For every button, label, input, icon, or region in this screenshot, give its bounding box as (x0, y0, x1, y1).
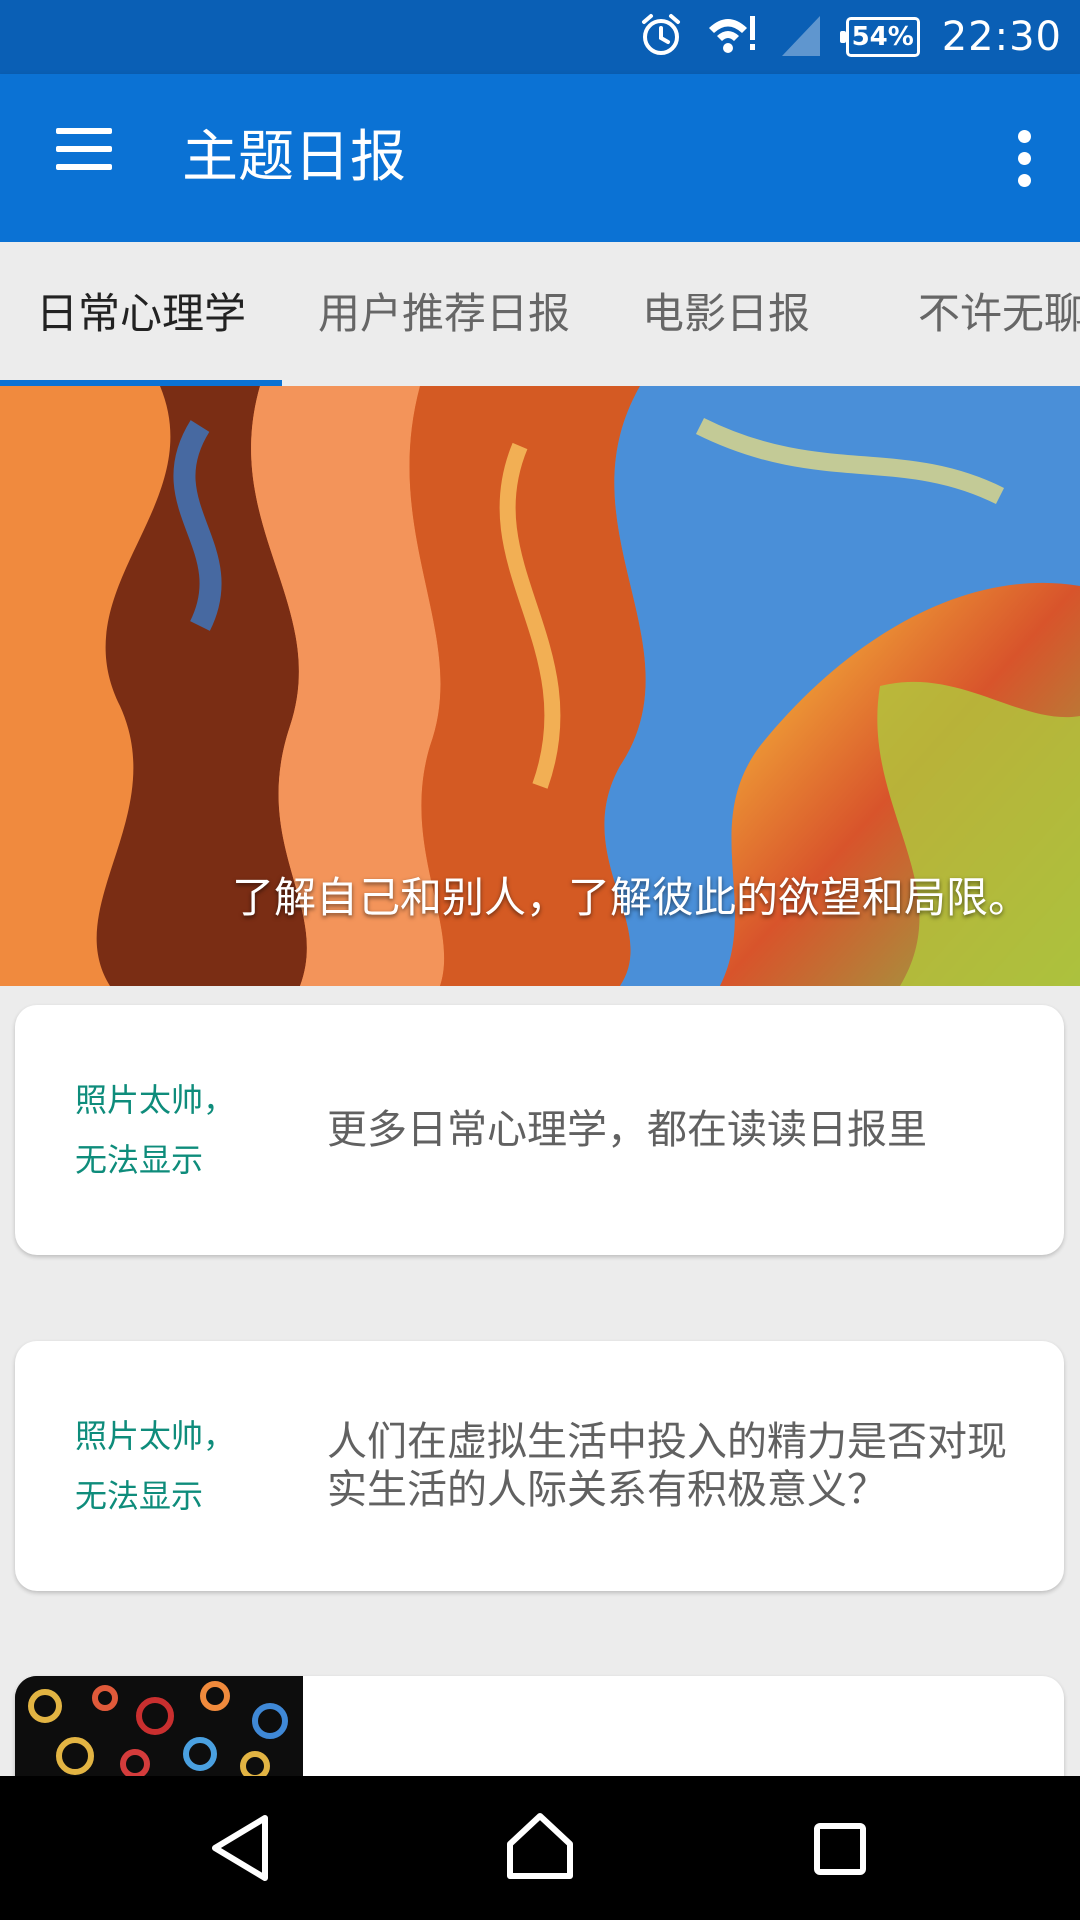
image-fallback-text: 照片太帅， 无法显示 (75, 1341, 235, 1591)
navigation-bar (0, 1776, 1080, 1920)
more-vertical-icon[interactable] (988, 118, 1058, 198)
story-card[interactable]: 照片太帅， 无法显示 人们在虚拟生活中投入的精力是否对现实生活的人际关系有积极意… (15, 1341, 1064, 1591)
story-card[interactable]: 照片太帅， 无法显示 更多日常心理学，都在读读日报里 (15, 1005, 1064, 1255)
screen: 54% 22:30 主题日报 日常心理学 用户推荐日报 电影日报 不许无聊 了解… (0, 0, 1080, 1920)
wifi-icon (706, 12, 756, 62)
image-fallback-line: 照片太帅， (75, 1081, 236, 1119)
hero-banner[interactable]: 了解自己和别人，了解彼此的欲望和局限。 (0, 386, 1080, 986)
gears-image (15, 1676, 303, 1776)
status-bar: 54% 22:30 (0, 0, 1080, 74)
back-triangle-icon[interactable] (187, 1798, 297, 1898)
clock: 22:30 (941, 14, 1062, 60)
recents-square-icon[interactable] (785, 1798, 895, 1898)
hero-caption: 了解自己和别人，了解彼此的欲望和局限。 (231, 873, 1030, 922)
story-title: 人们在虚拟生活中投入的精力是否对现实生活的人际关系有积极意义？ (327, 1419, 1007, 1513)
image-fallback-line: 无法显示 (75, 1141, 204, 1179)
story-title: 更多日常心理学，都在读读日报里 (327, 1107, 927, 1153)
hamburger-menu-icon[interactable] (38, 118, 128, 198)
image-fallback-line: 无法显示 (75, 1477, 204, 1515)
battery-indicator: 54% (839, 17, 920, 57)
tab-no-boring[interactable]: 不许无聊 (846, 242, 1080, 386)
battery-percent: 54% (851, 22, 914, 52)
alarm-icon (638, 12, 684, 62)
tab-movie-daily[interactable]: 电影日报 (606, 242, 846, 386)
app-title: 主题日报 (182, 125, 406, 190)
tab-daily-psychology[interactable]: 日常心理学 (0, 242, 282, 386)
tab-user-recommended[interactable]: 用户推荐日报 (282, 242, 606, 386)
app-bar: 主题日报 (0, 74, 1080, 242)
image-fallback-line: 照片太帅， (75, 1417, 236, 1455)
home-icon[interactable] (485, 1798, 595, 1898)
signal-icon (778, 12, 824, 62)
tab-bar: 日常心理学 用户推荐日报 电影日报 不许无聊 (0, 242, 1080, 386)
image-fallback-text: 照片太帅， 无法显示 (75, 1005, 235, 1255)
